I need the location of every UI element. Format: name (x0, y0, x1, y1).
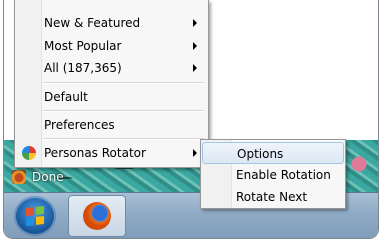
menu-item-label: Options (237, 147, 284, 161)
start-button[interactable] (14, 196, 56, 236)
submenu-arrow-icon (193, 149, 197, 157)
status-bar: Done (4, 166, 204, 188)
menu-item-all[interactable]: All (187,365) (16, 57, 207, 79)
submenu-arrow-icon (193, 42, 197, 50)
menu-item-personas-rotator[interactable]: Personas Rotator (16, 142, 207, 164)
menu-item-new-featured[interactable]: New & Featured (16, 12, 207, 34)
status-text: Done (32, 170, 64, 184)
menu-separator (43, 110, 204, 112)
personas-rotator-submenu: Options Enable Rotation Rotate Next (200, 139, 346, 209)
firefox-icon (83, 202, 111, 230)
submenu-arrow-icon (193, 64, 197, 72)
personas-status-icon[interactable] (12, 170, 26, 184)
menu-item-label: Default (44, 90, 88, 104)
menu-separator (43, 138, 204, 140)
personas-menu: New & Featured Most Popular All (187,365… (14, 0, 209, 168)
submenu-item-rotate-next[interactable]: Rotate Next (202, 186, 344, 208)
menu-item-label: All (187,365) (44, 61, 122, 75)
submenu-item-options[interactable]: Options (202, 142, 344, 164)
submenu-arrow-icon (193, 19, 197, 27)
menu-item-preferences[interactable]: Preferences (16, 114, 207, 136)
taskbar-button-firefox[interactable] (68, 195, 126, 237)
menu-item-label: Most Popular (44, 39, 122, 53)
menu-separator (43, 82, 204, 84)
submenu-item-enable-rotation[interactable]: Enable Rotation (202, 164, 344, 186)
menu-item-label: Personas Rotator (44, 146, 146, 160)
menu-item-label: New & Featured (44, 16, 141, 30)
menu-item-most-popular[interactable]: Most Popular (16, 35, 207, 57)
menu-item-default[interactable]: Default (16, 86, 207, 108)
menu-item-label: Enable Rotation (236, 168, 331, 182)
windows-start-icon (26, 206, 44, 226)
personas-rotator-icon (22, 146, 36, 160)
menu-item-label: Preferences (44, 118, 115, 132)
menu-item-label: Rotate Next (236, 190, 308, 204)
